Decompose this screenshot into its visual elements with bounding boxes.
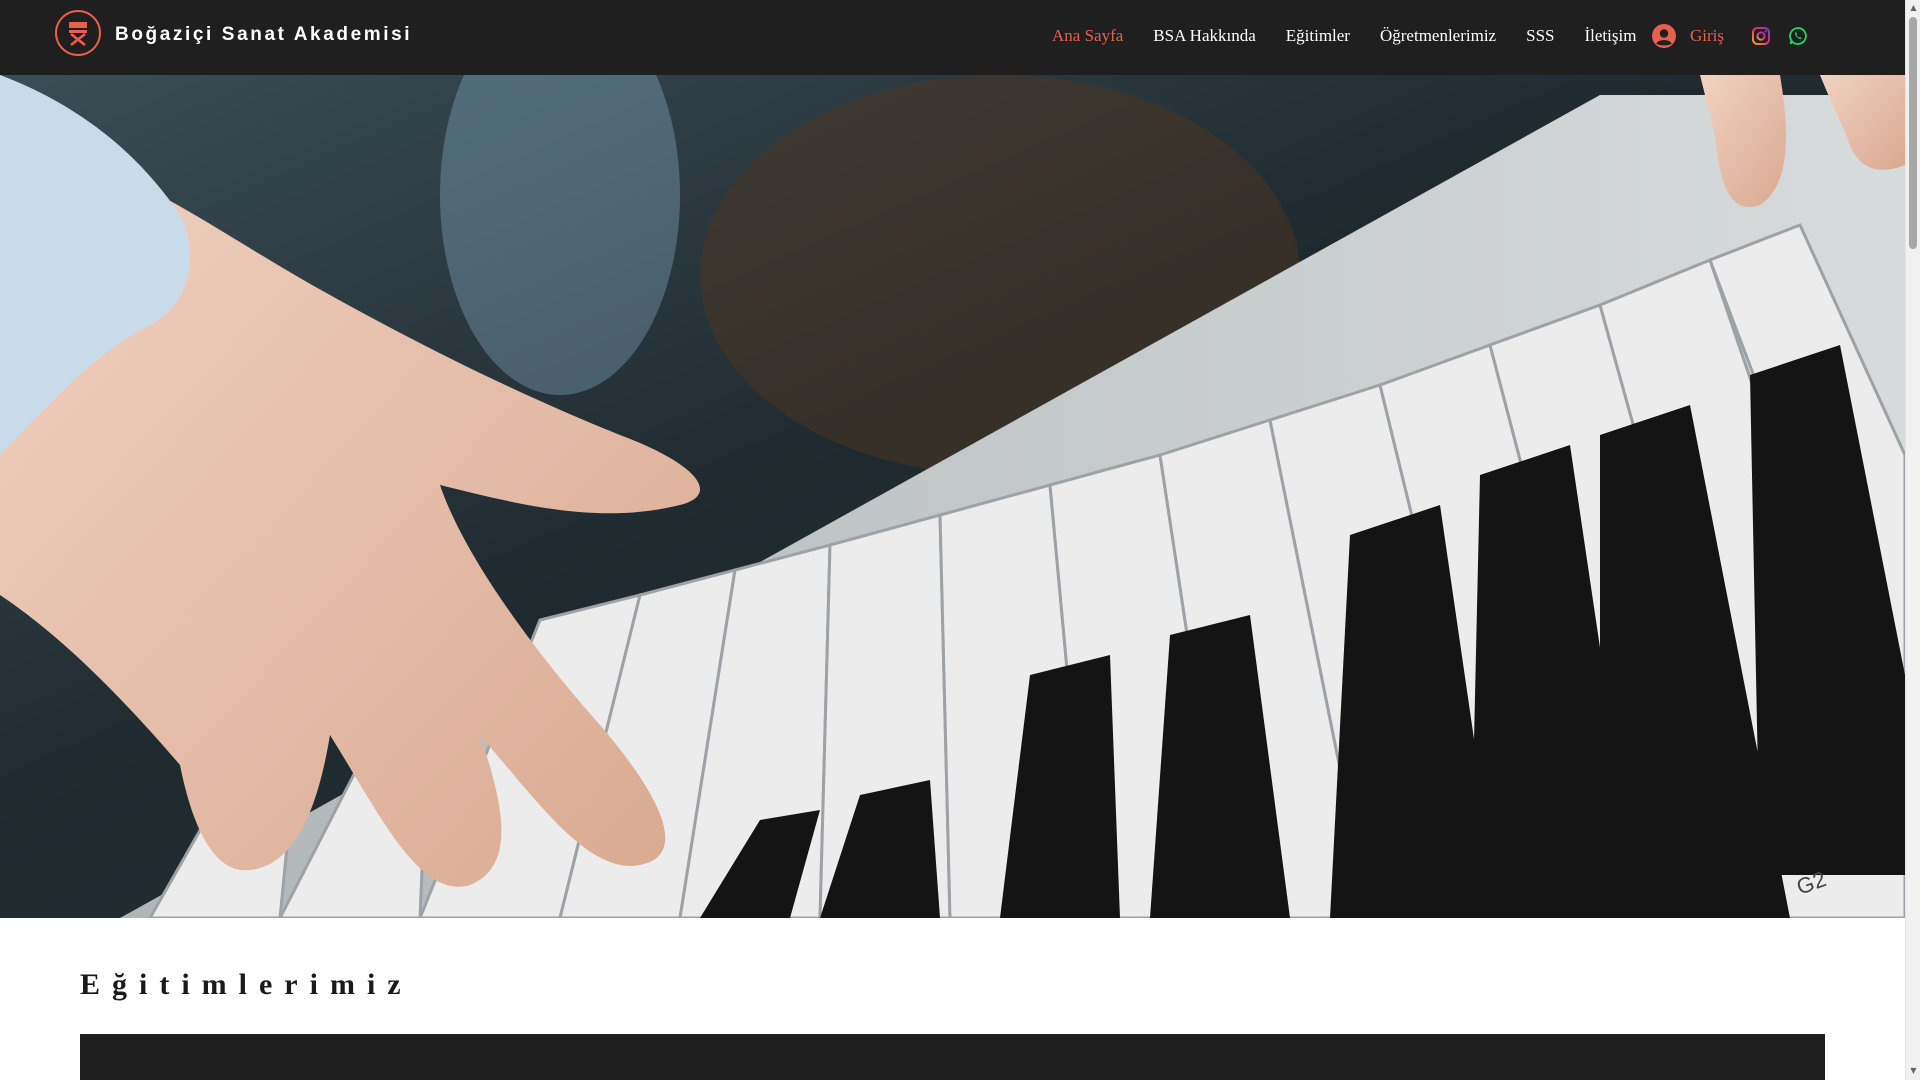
scrollbar-thumb[interactable] — [1909, 17, 1917, 249]
login-label: Giriş — [1690, 26, 1724, 45]
scroll-down-arrow-icon[interactable]: ▼ — [1906, 1063, 1920, 1078]
scroll-up-arrow-icon[interactable]: ▲ — [1906, 0, 1920, 15]
director-chair-icon — [69, 22, 87, 46]
hero-image-piano: G2 — [0, 75, 1905, 918]
logo[interactable] — [55, 10, 101, 56]
nav-item-bsa-hakkinda[interactable]: BSA Hakkında — [1153, 26, 1255, 46]
nav-item-iletisim[interactable]: İletişim — [1584, 26, 1636, 46]
courses-panel — [80, 1034, 1825, 1080]
login-button[interactable]: Giriş — [1652, 24, 1724, 48]
site-header: Boğaziçi Sanat Akademisi Ana Sayfa BSA H… — [0, 0, 1905, 75]
page-scrollbar[interactable]: ▲ ▼ — [1905, 0, 1920, 1080]
whatsapp-icon[interactable] — [1788, 26, 1808, 46]
user-avatar-icon — [1652, 24, 1676, 48]
nav-item-sss[interactable]: SSS — [1526, 26, 1554, 46]
nav-item-egitimler[interactable]: Eğitimler — [1286, 26, 1350, 46]
nav-item-ana-sayfa[interactable]: Ana Sayfa — [1052, 26, 1123, 46]
main-nav: Ana Sayfa BSA Hakkında Eğitimler Öğretme… — [1052, 26, 1666, 46]
brand-name[interactable]: Boğaziçi Sanat Akademisi — [115, 24, 412, 46]
piano-hands-illustration: G2 — [0, 75, 1905, 918]
section-title: Eğitimlerimiz — [80, 968, 413, 1001]
instagram-icon[interactable] — [1751, 26, 1771, 46]
nav-item-ogretmenlerimiz[interactable]: Öğretmenlerimiz — [1380, 26, 1496, 46]
